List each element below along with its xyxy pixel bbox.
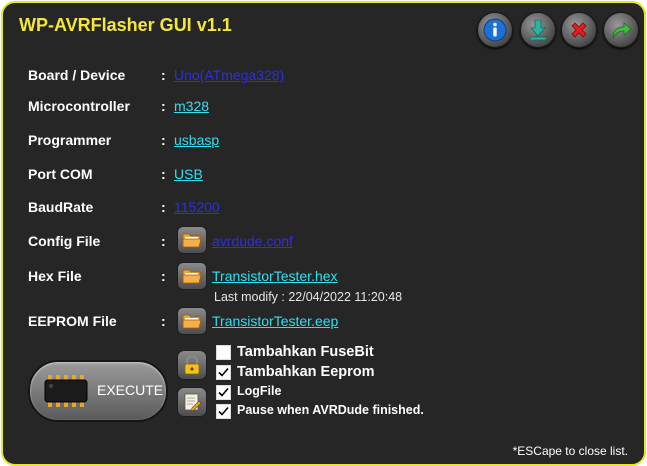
edit-notes-button[interactable] (177, 387, 207, 417)
config-file-link[interactable]: avrdude.conf (212, 233, 293, 249)
info-button[interactable] (477, 12, 513, 48)
programmer-link[interactable]: usbasp (174, 132, 219, 148)
board-label: Board / Device (28, 67, 126, 83)
fusebit-lock-button[interactable] (177, 350, 207, 380)
fusebit-checkbox[interactable] (216, 345, 231, 360)
eeprom-file-link[interactable]: TransistorTester.eep (212, 313, 338, 329)
chip-icon (44, 375, 88, 407)
logfile-checkbox[interactable] (216, 385, 231, 400)
microcontroller-label: Microcontroller (28, 98, 130, 114)
eeprom-file-colon: : (161, 313, 166, 329)
escape-hint: *ESCape to close list. (512, 444, 628, 458)
download-button[interactable] (520, 12, 556, 48)
eeprom-file-browse-button[interactable] (177, 307, 207, 335)
checkmark-icon (218, 387, 229, 397)
config-file-browse-button[interactable] (177, 226, 207, 254)
port-link[interactable]: USB (174, 166, 203, 182)
hex-file-colon: : (161, 268, 166, 284)
notepad-edit-icon (184, 393, 202, 412)
option-eeprom-label: Tambahkan Eeprom (237, 364, 375, 380)
execute-label: EXECUTE (97, 382, 164, 398)
eeprom-file-label: EEPROM File (28, 313, 117, 329)
baudrate-label: BaudRate (28, 199, 94, 215)
main-window: WP-AVRFlasher GUI v1.1 Board / Device : … (1, 1, 646, 466)
folder-icon (182, 233, 202, 248)
checkmark-icon (218, 367, 229, 377)
download-icon (529, 19, 547, 41)
port-label: Port COM (28, 166, 93, 182)
folder-icon (182, 314, 202, 329)
hex-file-browse-button[interactable] (177, 262, 207, 290)
port-colon: : (161, 166, 166, 182)
baudrate-link[interactable]: 115200 (174, 199, 220, 215)
window-title: WP-AVRFlasher GUI v1.1 (19, 15, 232, 35)
option-logfile-label: LogFile (237, 384, 282, 398)
board-colon: : (161, 67, 166, 83)
config-file-label: Config File (28, 233, 101, 249)
eeprom-checkbox[interactable] (216, 365, 231, 380)
programmer-label: Programmer (28, 132, 112, 148)
execute-button[interactable]: EXECUTE (28, 360, 168, 422)
programmer-colon: : (161, 132, 166, 148)
board-link[interactable]: Uno(ATmega328) (174, 67, 284, 83)
option-fusebit-label: Tambahkan FuseBit (237, 344, 374, 360)
close-icon (571, 22, 587, 38)
option-pause-label: Pause when AVRDude finished. (237, 403, 424, 417)
close-button[interactable] (561, 12, 597, 48)
config-file-colon: : (161, 233, 166, 249)
folder-icon (182, 269, 202, 284)
baudrate-colon: : (161, 199, 166, 215)
lock-icon (184, 355, 200, 375)
microcontroller-link[interactable]: m328 (174, 98, 209, 114)
microcontroller-colon: : (161, 98, 166, 114)
pause-checkbox[interactable] (216, 404, 231, 419)
hex-file-label: Hex File (28, 268, 82, 284)
hex-last-modify: Last modify : 22/04/2022 11:20:48 (214, 290, 403, 304)
info-icon (483, 18, 507, 42)
next-button[interactable] (603, 12, 639, 48)
checkmark-icon (218, 406, 229, 416)
hex-file-link[interactable]: TransistorTester.hex (212, 268, 338, 284)
forward-arrow-icon (612, 22, 632, 40)
